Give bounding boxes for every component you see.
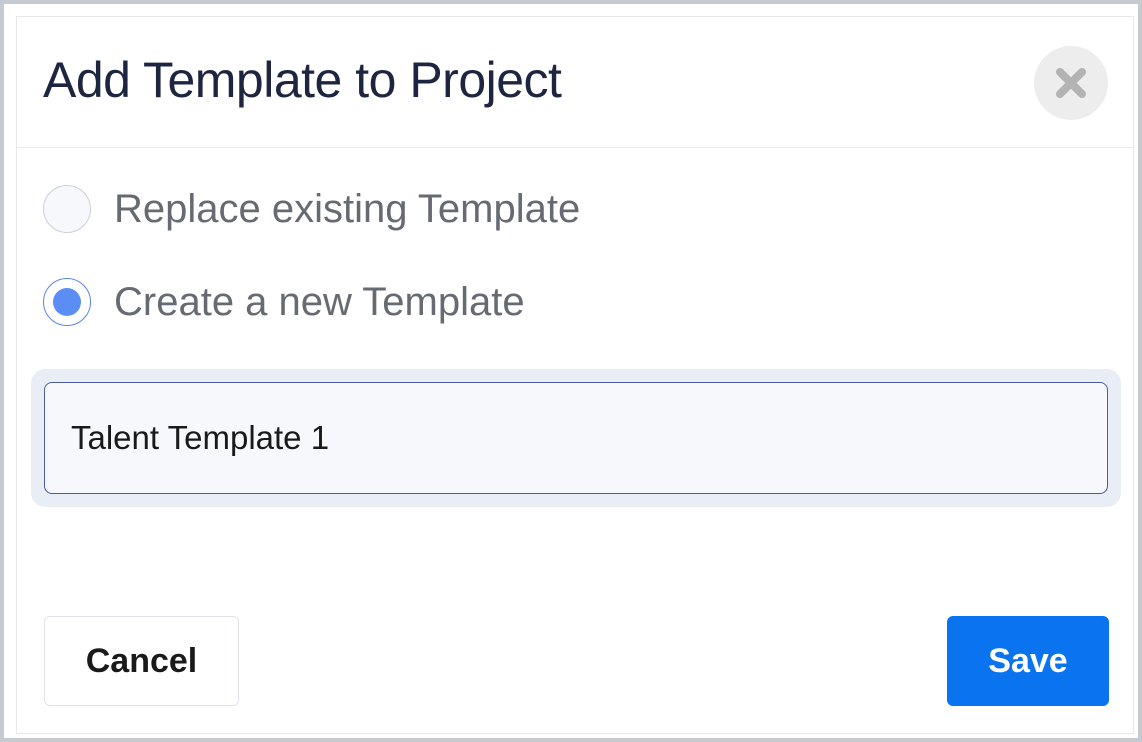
input-focus-ring	[31, 369, 1121, 507]
cancel-button[interactable]: Cancel	[44, 616, 239, 706]
radio-selected-dot	[53, 288, 81, 316]
close-button[interactable]	[1034, 46, 1108, 120]
template-name-input[interactable]	[44, 382, 1108, 494]
window-frame: Add Template to Project Replace existing…	[0, 0, 1142, 742]
option-label: Replace existing Template	[114, 186, 581, 231]
save-button[interactable]: Save	[947, 616, 1109, 706]
close-icon	[1056, 68, 1086, 98]
radio-replace-existing[interactable]	[43, 185, 91, 233]
dialog-header: Add Template to Project	[17, 17, 1133, 148]
option-label: Create a new Template	[114, 279, 525, 324]
radio-create-new[interactable]	[43, 278, 91, 326]
add-template-dialog: Add Template to Project Replace existing…	[16, 16, 1134, 734]
dialog-title: Add Template to Project	[43, 52, 562, 108]
option-create-new[interactable]: Create a new Template	[43, 275, 525, 329]
option-replace-existing[interactable]: Replace existing Template	[43, 182, 580, 236]
